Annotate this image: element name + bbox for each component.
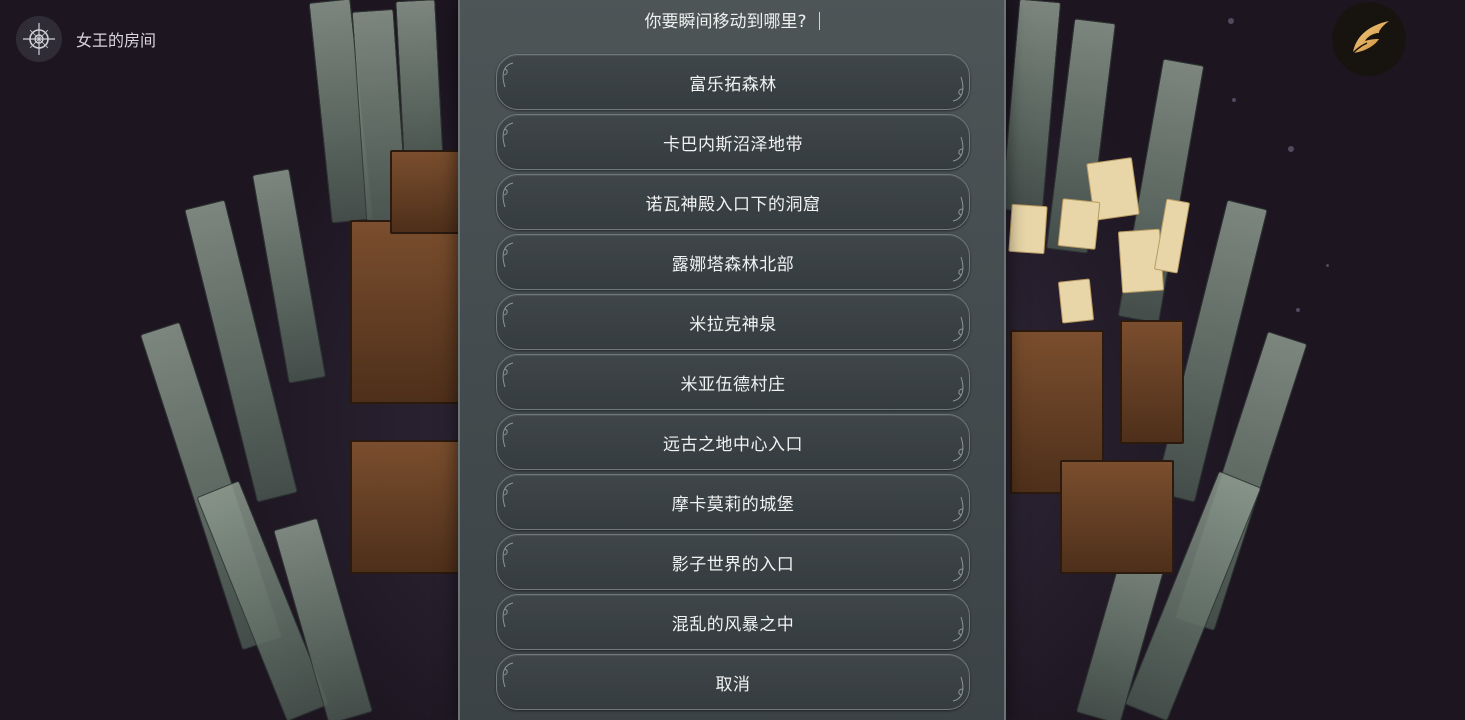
cancel-label: 取消 — [715, 674, 751, 695]
ornament-icon — [952, 136, 964, 162]
destination-option[interactable]: 远古之地中心入口 — [496, 414, 970, 470]
ornament-icon — [502, 242, 514, 268]
option-label: 富乐拓森林 — [689, 74, 777, 95]
option-label: 米拉克神泉 — [689, 314, 777, 335]
location-name: 女王的房间 — [76, 31, 157, 50]
option-label: 影子世界的入口 — [671, 554, 795, 575]
destination-option[interactable]: 混乱的风暴之中 — [496, 594, 970, 650]
destination-option[interactable]: 米拉克神泉 — [496, 294, 970, 350]
cancel-button[interactable]: 取消 — [496, 654, 970, 710]
ornament-icon — [502, 302, 514, 328]
ornament-icon — [952, 196, 964, 222]
ornament-icon — [952, 256, 964, 282]
ornament-icon — [502, 542, 514, 568]
option-label: 混乱的风暴之中 — [671, 614, 795, 635]
ornament-icon — [952, 616, 964, 642]
destination-option[interactable]: 米亚伍德村庄 — [496, 354, 970, 410]
option-label: 远古之地中心入口 — [663, 434, 803, 455]
destination-option[interactable]: 影子世界的入口 — [496, 534, 970, 590]
ornament-icon — [952, 76, 964, 102]
ornament-icon — [952, 496, 964, 522]
option-label: 摩卡莫莉的城堡 — [671, 494, 795, 515]
ornament-icon — [502, 122, 514, 148]
ornament-icon — [952, 676, 964, 702]
ornament-icon — [952, 376, 964, 402]
destination-option[interactable]: 摩卡莫莉的城堡 — [496, 474, 970, 530]
text-cursor — [818, 12, 820, 30]
compass-icon[interactable] — [16, 16, 62, 62]
option-label: 露娜塔森林北部 — [671, 254, 795, 275]
ornament-icon — [952, 556, 964, 582]
ornament-icon — [952, 316, 964, 342]
destination-option[interactable]: 露娜塔森林北部 — [496, 234, 970, 290]
ornament-icon — [502, 482, 514, 508]
dialog-prompt: 你要瞬间移动到哪里? — [460, 8, 1004, 36]
option-label: 诺瓦神殿入口下的洞窟 — [645, 194, 821, 215]
teleport-dialog: 你要瞬间移动到哪里? 富乐拓森林 卡巴内斯沼泽地带 诺瓦神殿入口下的洞窟 露娜塔… — [458, 0, 1006, 720]
ornament-icon — [502, 602, 514, 628]
destination-option[interactable]: 诺瓦神殿入口下的洞窟 — [496, 174, 970, 230]
wing-icon — [1352, 21, 1389, 54]
destination-option[interactable]: 卡巴内斯沼泽地带 — [496, 114, 970, 170]
option-label: 卡巴内斯沼泽地带 — [663, 134, 803, 155]
option-label: 米亚伍德村庄 — [680, 374, 786, 395]
ornament-icon — [502, 662, 514, 688]
ornament-icon — [502, 422, 514, 448]
game-scene: 女王的房间 你要瞬间移动到哪里? 富乐拓森林 卡巴内斯沼泽地带 诺瓦神殿入口下的… — [0, 0, 1465, 720]
ornament-icon — [952, 436, 964, 462]
destination-option[interactable]: 富乐拓森林 — [496, 54, 970, 110]
prompt-text: 你要瞬间移动到哪里? — [644, 12, 807, 32]
location-indicator: 女王的房间 — [16, 16, 156, 62]
ornament-icon — [502, 182, 514, 208]
ornament-icon — [502, 62, 514, 88]
ornament-icon — [502, 362, 514, 388]
menu-button[interactable] — [1332, 2, 1406, 76]
destination-list: 富乐拓森林 卡巴内斯沼泽地带 诺瓦神殿入口下的洞窟 露娜塔森林北部 米拉克神泉 — [496, 54, 970, 714]
